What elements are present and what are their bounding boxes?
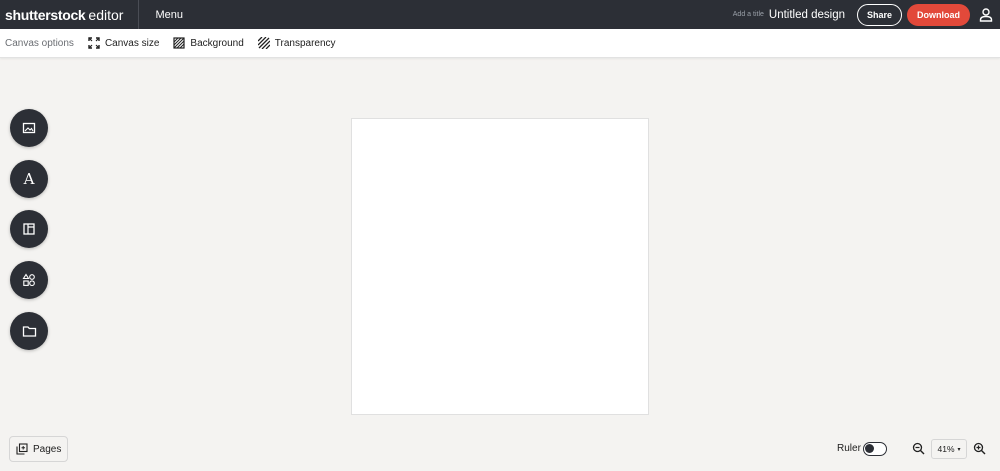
folder-icon	[22, 326, 36, 337]
background-pattern-icon	[173, 37, 186, 49]
zoom-in-icon[interactable]	[973, 442, 986, 455]
transparency-stripes-icon	[257, 37, 270, 49]
expand-icon	[88, 37, 100, 49]
download-button[interactable]: Download	[907, 3, 970, 26]
canvas-options-label: Canvas options	[5, 37, 74, 49]
background-label: Background	[190, 37, 244, 49]
design-canvas[interactable]	[351, 118, 649, 415]
design-title-field[interactable]: Untitled design	[769, 9, 845, 21]
transparency-button[interactable]: Transparency	[257, 37, 336, 49]
canvas-size-label: Canvas size	[104, 37, 160, 49]
pages-icon	[16, 443, 28, 455]
layout-icon	[23, 223, 35, 235]
logo[interactable]: shutterstock editor	[0, 0, 123, 29]
zoom-out-icon[interactable]	[912, 442, 925, 455]
zoom-level-select[interactable]: 41% ▾	[931, 439, 967, 459]
elements-panel-button[interactable]	[10, 261, 48, 299]
share-button[interactable]: Share	[856, 3, 902, 26]
add-title-label: Add a title	[732, 11, 764, 18]
logo-brand: shutterstock	[5, 6, 86, 23]
background-button[interactable]: Background	[173, 37, 244, 49]
top-bar: shutterstock editor Menu Add a title Unt…	[0, 0, 1000, 29]
shapes-icon	[22, 273, 35, 287]
image-icon	[22, 122, 36, 134]
templates-panel-button[interactable]	[10, 210, 48, 248]
zoom-level-value: 41%	[937, 444, 955, 454]
logo-product: editor	[88, 6, 124, 23]
menu-button[interactable]: Menu	[155, 9, 183, 21]
user-icon[interactable]	[978, 7, 994, 23]
topbar-right: Add a title Untitled design Share Downlo…	[733, 0, 1000, 29]
transparency-label: Transparency	[274, 37, 336, 49]
pages-label: Pages	[33, 443, 62, 455]
topbar-divider	[138, 0, 140, 29]
ruler-label: Ruler	[837, 443, 861, 454]
ruler-toggle-knob	[865, 444, 874, 453]
text-panel-button[interactable]: A	[10, 160, 48, 198]
pages-button[interactable]: Pages	[9, 436, 69, 462]
ruler-toggle[interactable]	[863, 442, 887, 456]
text-icon: A	[23, 170, 35, 188]
canvas-size-button[interactable]: Canvas size	[88, 37, 159, 49]
chevron-down-icon: ▾	[957, 446, 961, 453]
uploads-panel-button[interactable]	[10, 312, 48, 350]
photos-panel-button[interactable]	[10, 109, 48, 147]
canvas-options-toolbar: Canvas options Canvas size Background Tr…	[0, 29, 1000, 58]
